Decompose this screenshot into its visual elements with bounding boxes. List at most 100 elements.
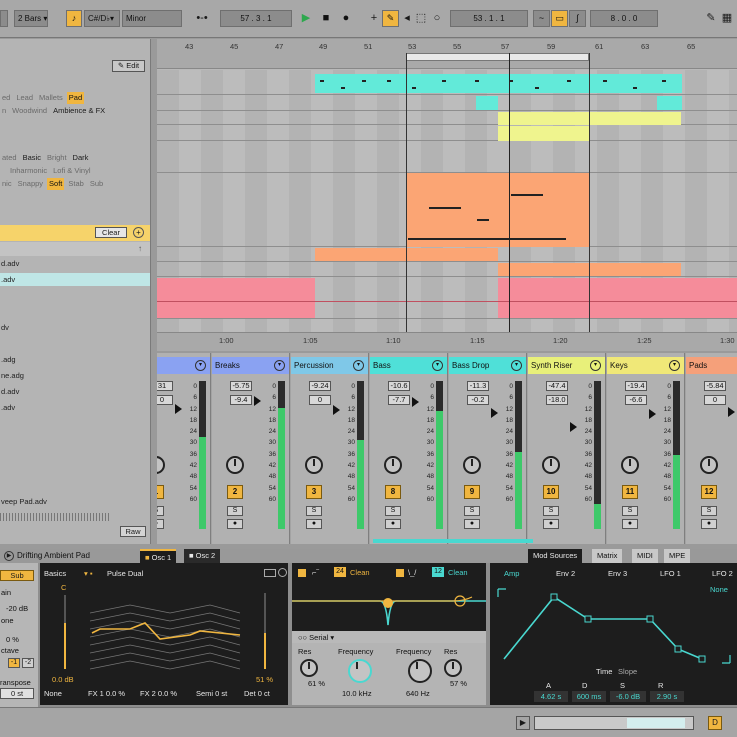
- midi-note[interactable]: [341, 87, 345, 89]
- freq1-knob[interactable]: [348, 659, 372, 683]
- tag[interactable]: Mallets: [37, 92, 65, 104]
- list-item[interactable]: d.adv: [0, 257, 150, 270]
- send-knob[interactable]: [463, 456, 481, 474]
- pan-field[interactable]: 0: [704, 395, 726, 405]
- wavetable-display[interactable]: [90, 583, 250, 675]
- track-activator[interactable]: 10: [543, 485, 559, 499]
- filter1-slope[interactable]: 24: [334, 567, 346, 577]
- midi-note[interactable]: [633, 87, 637, 89]
- midi-note[interactable]: [362, 80, 366, 82]
- track-title-bar[interactable]: Percussion ▾: [291, 357, 368, 374]
- tag[interactable]: Basic: [21, 152, 43, 164]
- tab-env2[interactable]: Env 2: [556, 569, 575, 578]
- envelope-display[interactable]: [496, 587, 732, 665]
- tag[interactable]: Ambience & FX: [51, 105, 107, 117]
- volume-field[interactable]: -11.3: [467, 381, 489, 391]
- filter1-toggle[interactable]: [298, 569, 306, 577]
- arm-button[interactable]: ●: [701, 519, 717, 529]
- mod-none-select[interactable]: None: [44, 689, 62, 698]
- device-view-icon[interactable]: D: [708, 716, 722, 730]
- tag[interactable]: Lead: [14, 92, 35, 104]
- volume-field[interactable]: -5.75: [230, 381, 252, 391]
- midi-note[interactable]: [408, 238, 566, 240]
- tab-osc2[interactable]: ■ Osc 2: [184, 549, 221, 563]
- track-menu-icon[interactable]: ▾: [195, 360, 206, 371]
- key-select[interactable]: C#/D♭▾: [84, 10, 120, 27]
- sustain-field[interactable]: -6.0 dB: [610, 691, 646, 702]
- loop-circle-icon[interactable]: ○: [430, 10, 444, 27]
- res2-knob[interactable]: [444, 659, 462, 677]
- clip-cyan[interactable]: [476, 96, 498, 110]
- filter1-circuit[interactable]: Clean: [350, 568, 370, 577]
- track-activator[interactable]: 12: [701, 485, 717, 499]
- solo-button[interactable]: S: [464, 506, 480, 516]
- tag-selected[interactable]: Soft: [47, 178, 65, 190]
- arm-button[interactable]: ●: [157, 519, 164, 529]
- arm-button[interactable]: ●: [385, 519, 401, 529]
- send-knob[interactable]: [621, 456, 639, 474]
- tag[interactable]: n: [0, 105, 8, 117]
- volume-field[interactable]: -47.4: [546, 381, 568, 391]
- octave-button[interactable]: -1: [8, 658, 20, 668]
- tab-lfo1[interactable]: LFO 1: [660, 569, 681, 578]
- tag[interactable]: Lofi & Vinyl: [51, 165, 92, 177]
- punch-out-icon[interactable]: ∫: [569, 10, 586, 27]
- pan-field[interactable]: -6.6: [625, 395, 647, 405]
- clip-cyan[interactable]: [657, 96, 682, 110]
- midi-note[interactable]: [429, 207, 461, 209]
- list-item[interactable]: dv: [0, 321, 150, 334]
- track-title-bar[interactable]: Breaks ▾: [212, 357, 289, 374]
- tab-lfo2[interactable]: LFO 2: [712, 569, 733, 578]
- tag-selected[interactable]: Pad: [66, 92, 85, 104]
- volume-fader-arrow[interactable]: [728, 407, 735, 417]
- send-knob[interactable]: [700, 456, 718, 474]
- tag[interactable]: Sub: [88, 178, 105, 190]
- slope-label[interactable]: Slope: [618, 667, 637, 676]
- track-menu-icon[interactable]: ▾: [669, 360, 680, 371]
- loop-end-field[interactable]: 8 . 0 . 0: [590, 10, 658, 27]
- tag[interactable]: nic: [0, 178, 14, 190]
- tab-midi[interactable]: MIDI: [632, 549, 658, 563]
- play-icon[interactable]: ▶: [516, 716, 530, 730]
- sub-toggle[interactable]: Sub: [0, 570, 34, 581]
- wave-select[interactable]: Pulse Dual: [107, 569, 143, 578]
- track-activator[interactable]: 1: [157, 485, 164, 499]
- track-menu-icon[interactable]: ▾: [511, 360, 522, 371]
- midi-note[interactable]: [442, 80, 446, 82]
- send-knob[interactable]: [384, 456, 402, 474]
- filter2-slope[interactable]: 12: [432, 567, 444, 577]
- select-icon[interactable]: ⬚: [414, 10, 428, 27]
- midi-note[interactable]: [535, 87, 539, 89]
- res1-knob[interactable]: [300, 659, 318, 677]
- pan-field[interactable]: -18.0: [546, 395, 568, 405]
- solo-button[interactable]: S: [701, 506, 717, 516]
- semi-value[interactable]: Semi 0 st: [196, 689, 227, 698]
- clip-pink[interactable]: [498, 278, 737, 318]
- tab-mod-sources[interactable]: Mod Sources: [528, 549, 583, 563]
- volume-fader-arrow[interactable]: [570, 422, 577, 433]
- attack-field[interactable]: 4.62 s: [534, 691, 568, 702]
- position-field[interactable]: 57 . 3 . 1: [220, 10, 292, 27]
- scale-select[interactable]: Minor: [122, 10, 182, 27]
- clip-pink[interactable]: [157, 278, 315, 318]
- midi-note[interactable]: [511, 194, 543, 196]
- add-icon[interactable]: +: [133, 227, 144, 238]
- pan-field[interactable]: 0: [309, 395, 331, 405]
- loop-length-select[interactable]: 2 Bars ▾: [14, 10, 48, 27]
- tag[interactable]: ed: [0, 92, 12, 104]
- add-icon[interactable]: +: [367, 10, 381, 27]
- volume-fader-arrow[interactable]: [649, 409, 656, 419]
- clip-yellow[interactable]: [498, 126, 590, 141]
- volume-field[interactable]: -5.84: [704, 381, 726, 391]
- send-knob[interactable]: [157, 456, 165, 474]
- clear-button[interactable]: Clear: [95, 227, 127, 238]
- track-activator[interactable]: 11: [622, 485, 638, 499]
- filter2-toggle[interactable]: [396, 569, 404, 577]
- track-title-bar[interactable]: Bass ▾: [370, 357, 447, 374]
- edit-button[interactable]: ✎ Edit: [112, 60, 145, 72]
- arm-button[interactable]: ●: [227, 519, 243, 529]
- stop-icon[interactable]: ■: [319, 10, 333, 27]
- clip-orange[interactable]: [406, 173, 589, 247]
- tag[interactable]: Bright: [45, 152, 69, 164]
- tab-mpe[interactable]: MPE: [664, 549, 691, 563]
